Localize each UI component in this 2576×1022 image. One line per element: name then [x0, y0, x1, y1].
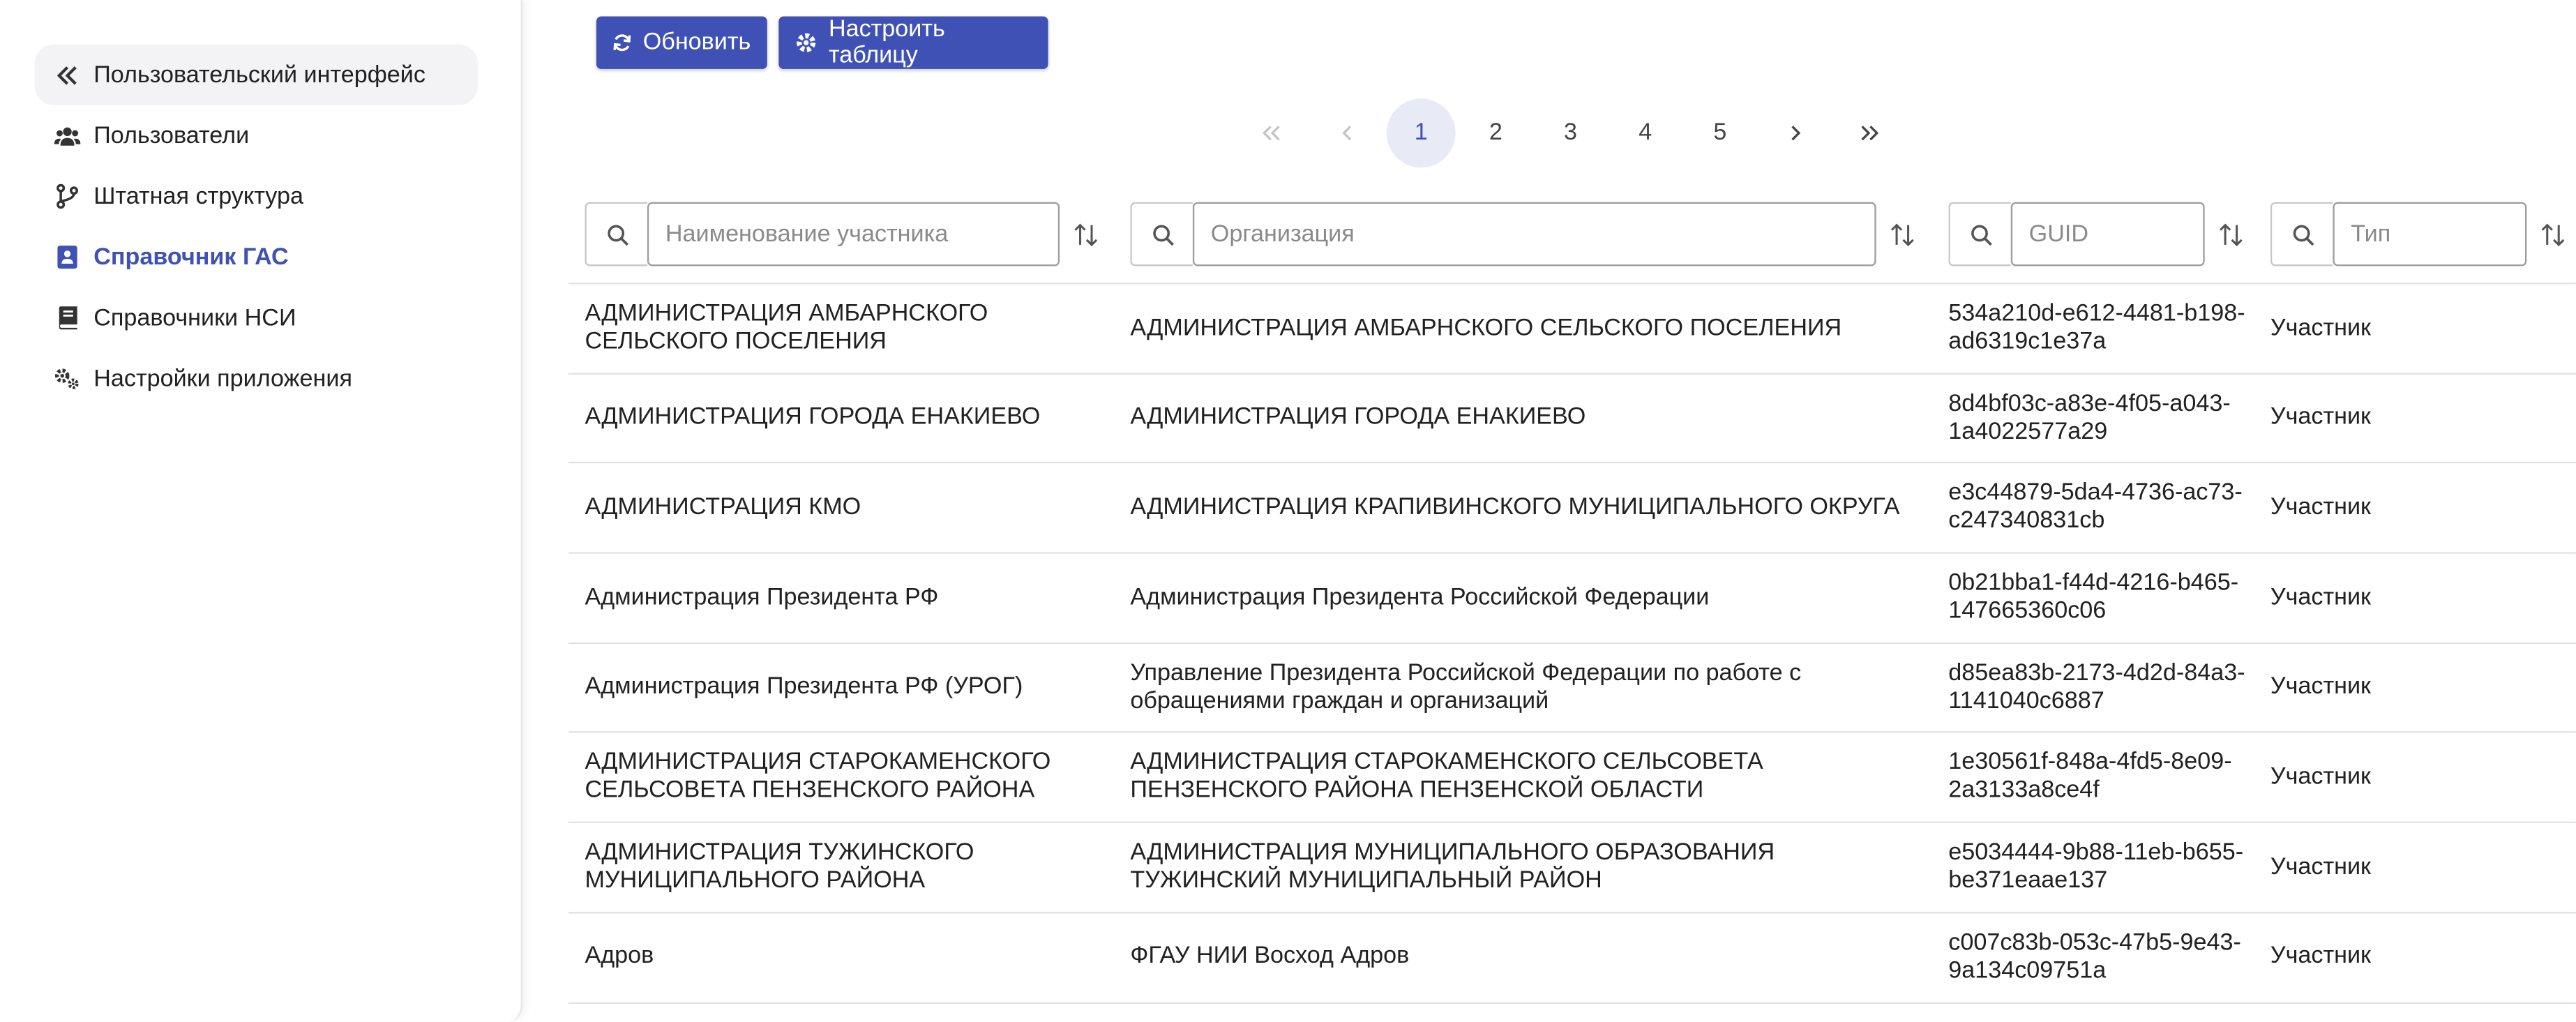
organization-cell: АДМИНИСТРАЦИЯ ГОРОДА ЕНАКИЕВО	[1130, 404, 1586, 431]
last-page-button[interactable]	[1835, 98, 1904, 167]
participant-name-cell: Администрация Президента РФ	[585, 584, 939, 611]
table-row[interactable]: Адров ФГАУ НИИ Восход Адров c007c83b-053…	[568, 913, 2576, 1003]
organization-filter	[1130, 202, 1915, 266]
book-icon	[54, 305, 81, 331]
table-row[interactable]: АДМИНИСТРАЦИЯ ТУЖИНСКОГО МУНИЦИПАЛЬНОГО …	[568, 823, 2576, 914]
table-row[interactable]: АДМИНИСТРАЦИЯ КМО АДМИНИСТРАЦИЯ КРАПИВИН…	[568, 464, 2576, 554]
search-icon[interactable]	[1948, 202, 2011, 266]
type-cell: Участник	[2270, 853, 2371, 880]
participant-name-cell: Администрация Президента РФ (УРОГ)	[585, 674, 1023, 700]
guid-cell: 534a210d-e612-4481-b198-ad6319c1e37a	[1948, 301, 2245, 355]
search-icon[interactable]	[2270, 202, 2333, 266]
organization-cell: АДМИНИСТРАЦИЯ МУНИЦИПАЛЬНОГО ОБРАЗОВАНИЯ…	[1130, 839, 1775, 894]
refresh-button-label: Обновить	[642, 29, 751, 57]
next-page-button[interactable]	[1761, 98, 1830, 167]
type-filter	[2270, 202, 2566, 266]
branch-icon	[54, 183, 81, 210]
refresh-button[interactable]: Обновить	[596, 16, 767, 69]
double-chevron-right-icon	[1861, 126, 1879, 141]
guid-filter	[1948, 202, 2244, 266]
sidebar-nav: Пользовательский интерфейс Пользователи …	[34, 44, 479, 409]
type-cell: Участник	[2270, 764, 2371, 790]
table-row[interactable]: АДМИНИСТРАЦИЯ СТАРОКАМЕНСКОГО СЕЛЬСОВЕТА…	[568, 733, 2576, 824]
sidebar-item-gas-directory[interactable]: Справочник ГАС	[34, 227, 478, 287]
participant-name-cell: АДМИНИСТРАЦИЯ ТУЖИНСКОГО МУНИЦИПАЛЬНОГО …	[585, 839, 974, 894]
double-chevron-left-icon	[54, 61, 81, 88]
type-cell: Участник	[2270, 494, 2371, 521]
table-row[interactable]: Администрация Президента РФ Администраци…	[568, 554, 2576, 644]
guid-cell: 8d4bf03c-a83e-4f05-a043-1a4022577a29	[1948, 390, 2231, 445]
participant-name-cell: Адров	[585, 943, 654, 970]
sidebar-item-label: Пользователи	[93, 122, 250, 149]
main-content: Обновить Настроить таблицу 1 2 3 4 5 Наи…	[568, 0, 2576, 1022]
name-search-input[interactable]	[647, 202, 1060, 266]
sidebar: Пользовательский интерфейс Пользователи …	[0, 0, 522, 1022]
guid-cell: 1e30561f-848a-4fd5-8e09-2a3133a8ce4f	[1948, 750, 2232, 804]
sidebar-item-label: Справочники НСИ	[93, 304, 296, 331]
name-filter	[585, 202, 1099, 266]
sidebar-item-label: Пользовательский интерфейс	[93, 61, 425, 89]
type-cell: Участник	[2270, 674, 2371, 700]
sort-icon[interactable]	[1073, 221, 1099, 248]
guid-cell: d85ea83b-2173-4d2d-84a3-1141040c6887	[1948, 660, 2245, 714]
users-icon	[54, 122, 81, 149]
sidebar-item-nsi-directories[interactable]: Справочники НСИ	[34, 287, 478, 348]
guid-search-input[interactable]	[2010, 202, 2205, 266]
page-button-5[interactable]: 5	[1685, 98, 1754, 167]
sidebar-item-app-settings[interactable]: Настройки приложения	[34, 348, 478, 409]
page-button-4[interactable]: 4	[1611, 98, 1680, 167]
gears-icon	[54, 366, 81, 392]
type-search-input[interactable]	[2333, 202, 2527, 266]
search-icon[interactable]	[1130, 202, 1193, 266]
sort-icon[interactable]	[2218, 221, 2245, 248]
guid-cell: e5034444-9b88-11eb-b655-be371eaae137	[1948, 839, 2244, 894]
prev-page-button[interactable]	[1312, 98, 1381, 167]
page-button-3[interactable]: 3	[1536, 98, 1605, 167]
participants-table: АДМИНИСТРАЦИЯ АМБАРНСКОГО СЕЛЬСКОГО ПОСЕ…	[568, 283, 2576, 1003]
table-row[interactable]: Администрация Президента РФ (УРОГ) Управ…	[568, 644, 2576, 734]
organization-cell: Администрация Президента Российской Феде…	[1130, 584, 1710, 611]
type-cell: Участник	[2270, 315, 2371, 341]
contact-book-icon	[54, 244, 81, 271]
organization-cell: Управление Президента Российской Федерац…	[1130, 660, 1802, 714]
participant-name-cell: АДМИНИСТРАЦИЯ СТАРОКАМЕНСКОГО СЕЛЬСОВЕТА…	[585, 750, 1051, 804]
configure-table-button-label: Настроить таблицу	[828, 16, 945, 69]
app-stage: Пользовательский интерфейс Пользователи …	[0, 0, 2576, 1022]
guid-cell: c007c83b-053c-47b5-9e43-9a134c09751a	[1948, 929, 2241, 984]
refresh-icon	[613, 34, 631, 52]
sidebar-item-user-interface[interactable]: Пользовательский интерфейс	[34, 44, 479, 105]
table-row[interactable]: АДМИНИСТРАЦИЯ АМБАРНСКОГО СЕЛЬСКОГО ПОСЕ…	[568, 284, 2576, 375]
search-icon[interactable]	[585, 202, 647, 266]
participant-name-cell: АДМИНИСТРАЦИЯ АМБАРНСКОГО СЕЛЬСКОГО ПОСЕ…	[585, 301, 988, 355]
guid-cell: 0b21bba1-f44d-4216-b465-147665360c06	[1948, 570, 2239, 625]
configure-table-button[interactable]: Настроить таблицу	[778, 16, 1048, 69]
organization-cell: АДМИНИСТРАЦИЯ АМБАРНСКОГО СЕЛЬСКОГО ПОСЕ…	[1130, 315, 1842, 341]
table-row[interactable]: АДМИНИСТРАЦИЯ ГОРОДА ЕНАКИЕВО АДМИНИСТРА…	[568, 374, 2576, 465]
sidebar-item-label: Штатная структура	[93, 183, 303, 210]
organization-cell: АДМИНИСТРАЦИЯ КРАПИВИНСКОГО МУНИЦИПАЛЬНО…	[1130, 494, 1900, 521]
sidebar-item-staff-structure[interactable]: Штатная структура	[34, 166, 478, 227]
sidebar-item-label: Настройки приложения	[93, 366, 352, 392]
chevron-left-icon	[1341, 126, 1350, 141]
pagination: 1 2 3 4 5	[1237, 98, 1909, 168]
page-button-2[interactable]: 2	[1461, 98, 1530, 167]
type-cell: Участник	[2270, 943, 2371, 970]
organization-search-input[interactable]	[1192, 202, 1876, 266]
chevron-right-icon	[1791, 126, 1800, 141]
participant-name-cell: АДМИНИСТРАЦИЯ КМО	[585, 494, 861, 521]
page-button-1[interactable]: 1	[1386, 98, 1456, 168]
sort-icon[interactable]	[1889, 221, 1915, 248]
organization-cell: ФГАУ НИИ Восход Адров	[1130, 943, 1410, 970]
gear-icon	[797, 33, 816, 52]
participant-name-cell: АДМИНИСТРАЦИЯ ГОРОДА ЕНАКИЕВО	[585, 404, 1041, 431]
sidebar-item-label: Справочник ГАС	[93, 243, 289, 271]
sort-icon[interactable]	[2540, 221, 2566, 248]
type-cell: Участник	[2270, 404, 2371, 431]
first-page-button[interactable]	[1237, 98, 1306, 167]
guid-cell: e3c44879-5da4-4736-ac73-c247340831cb	[1948, 480, 2243, 535]
organization-cell: АДМИНИСТРАЦИЯ СТАРОКАМЕНСКОГО СЕЛЬСОВЕТА…	[1130, 750, 1763, 804]
double-chevron-left-icon	[1262, 126, 1280, 141]
type-cell: Участник	[2270, 584, 2371, 611]
sidebar-item-users[interactable]: Пользователи	[34, 105, 478, 166]
